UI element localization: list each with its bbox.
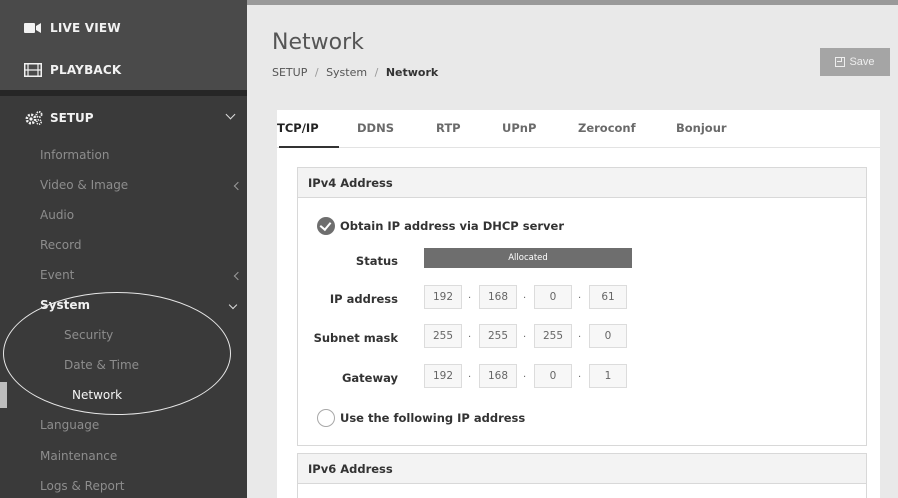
top-divider	[247, 0, 898, 5]
gateway-dot: .	[523, 369, 527, 380]
ip-octet-4[interactable]: 61	[589, 285, 627, 309]
video-camera-icon	[24, 21, 42, 35]
ip-address-label: IP address	[329, 292, 398, 306]
nav-live-view[interactable]: LIVE VIEW	[24, 16, 121, 40]
sidebar-scroll-handle[interactable]	[0, 382, 7, 408]
tab-zeroconf[interactable]: Zeroconf	[578, 121, 636, 135]
status-value: Allocated	[424, 248, 632, 268]
chevron-left-icon	[233, 181, 243, 191]
nav-setup[interactable]: SETUP	[24, 108, 236, 128]
gateway-octet-2[interactable]: 168	[479, 364, 517, 388]
tab-rtp[interactable]: RTP	[436, 121, 461, 135]
dhcp-radio[interactable]	[317, 217, 335, 235]
ipv6-section: IPv6 Address	[297, 453, 867, 498]
sidebar-item-video-image[interactable]: Video & Image	[40, 178, 128, 192]
sidebar-item-system[interactable]: System	[40, 298, 90, 312]
nav-setup-label: SETUP	[50, 111, 94, 125]
ip-octet-1[interactable]: 192	[424, 285, 462, 309]
breadcrumb: SETUP / System / Network	[272, 66, 438, 79]
nav-playback-label: PLAYBACK	[50, 63, 122, 77]
ip-octet-2[interactable]: 168	[479, 285, 517, 309]
dhcp-label[interactable]: Obtain IP address via DHCP server	[340, 219, 564, 233]
gateway-dot: .	[578, 369, 582, 380]
sidebar-subitem-date-time[interactable]: Date & Time	[64, 358, 139, 372]
content-card: TCP/IP DDNS RTP UPnP Zeroconf Bonjour IP…	[277, 110, 880, 498]
nav-live-view-label: LIVE VIEW	[50, 21, 121, 35]
page-title: Network	[272, 30, 364, 55]
subnet-octet-2[interactable]: 255	[479, 324, 517, 348]
breadcrumb-current: Network	[385, 66, 439, 79]
tab-upnp[interactable]: UPnP	[502, 121, 536, 135]
sidebar-subitem-security[interactable]: Security	[64, 328, 113, 342]
sidebar-separator	[0, 90, 247, 96]
nav-playback[interactable]: PLAYBACK	[24, 58, 121, 82]
ipv4-section: IPv4 Address Obtain IP address via DHCP …	[297, 167, 867, 446]
sidebar-item-event[interactable]: Event	[40, 268, 74, 282]
tab-bar: TCP/IP DDNS RTP UPnP Zeroconf Bonjour	[277, 110, 880, 148]
sidebar-item-record[interactable]: Record	[40, 238, 81, 252]
ipv4-heading: IPv4 Address	[298, 168, 866, 198]
subnet-dot: .	[523, 329, 527, 340]
tab-tcp-ip[interactable]: TCP/IP	[277, 121, 319, 135]
gateway-octet-4[interactable]: 1	[589, 364, 627, 388]
save-button-label: Save	[849, 56, 875, 68]
gateway-octet-1[interactable]: 192	[424, 364, 462, 388]
sidebar-item-logs-report[interactable]: Logs & Report	[40, 479, 124, 493]
breadcrumb-setup[interactable]: SETUP	[272, 66, 307, 79]
subnet-dot: .	[468, 329, 472, 340]
gateway-dot: .	[468, 369, 472, 380]
chevron-down-icon	[225, 109, 236, 120]
sidebar-item-maintenance[interactable]: Maintenance	[40, 449, 117, 463]
film-icon	[24, 63, 42, 77]
active-tab-indicator	[279, 146, 339, 148]
chevron-down-icon	[228, 300, 238, 310]
sidebar-item-audio[interactable]: Audio	[40, 208, 74, 222]
floppy-disk-icon	[835, 57, 846, 67]
subnet-octet-1[interactable]: 255	[424, 324, 462, 348]
static-ip-radio[interactable]	[317, 409, 335, 427]
tab-bonjour[interactable]: Bonjour	[676, 121, 727, 135]
subnet-mask-label: Subnet mask	[313, 331, 398, 345]
subnet-octet-3[interactable]: 255	[534, 324, 572, 348]
sidebar-item-information[interactable]: Information	[40, 148, 109, 162]
subnet-dot: .	[578, 329, 582, 340]
gateway-octet-3[interactable]: 0	[534, 364, 572, 388]
static-ip-label[interactable]: Use the following IP address	[340, 411, 525, 425]
ip-dot: .	[468, 290, 472, 301]
sidebar-item-language[interactable]: Language	[40, 418, 99, 432]
ip-dot: .	[523, 290, 527, 301]
breadcrumb-separator: /	[314, 66, 319, 79]
breadcrumb-system[interactable]: System	[326, 66, 367, 79]
tab-ddns[interactable]: DDNS	[357, 121, 394, 135]
ipv6-heading: IPv6 Address	[298, 454, 866, 484]
gears-icon	[24, 110, 44, 126]
status-label: Status	[355, 254, 398, 268]
sidebar: LIVE VIEW PLAYBACK SETUP Information Vid…	[0, 0, 247, 498]
chevron-left-icon	[233, 271, 243, 281]
sidebar-subitem-network[interactable]: Network	[72, 388, 122, 402]
subnet-octet-4[interactable]: 0	[589, 324, 627, 348]
main-panel: Network SETUP / System / Network Save TC…	[247, 0, 898, 498]
save-button[interactable]: Save	[820, 48, 890, 76]
ip-octet-3[interactable]: 0	[534, 285, 572, 309]
breadcrumb-separator: /	[374, 66, 379, 79]
gateway-label: Gateway	[341, 371, 398, 385]
ip-dot: .	[578, 290, 582, 301]
